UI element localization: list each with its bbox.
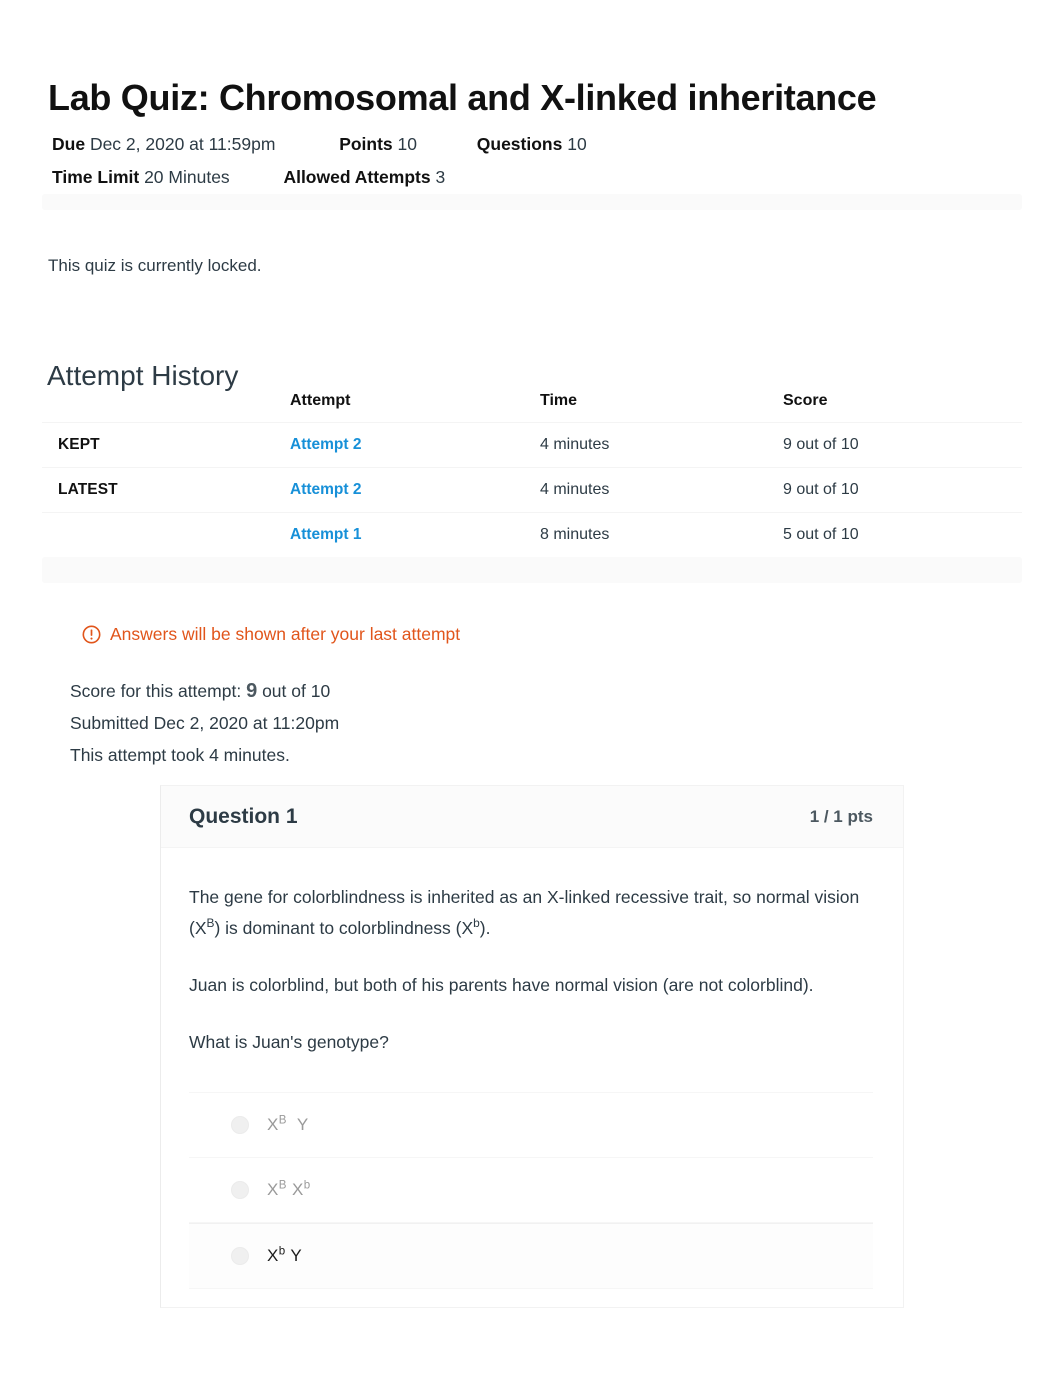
answer-label: Xb Y: [267, 1246, 302, 1266]
question-text-part-2: ) is dominant to colorblindness (X: [214, 918, 474, 938]
answer-label: XB Y: [267, 1115, 309, 1135]
page-title: Lab Quiz: Chromosomal and X-linked inher…: [48, 77, 877, 119]
answer-base-1: X: [267, 1246, 279, 1265]
time-limit-value: 20 Minutes: [144, 167, 230, 187]
allowed-attempts-label: Allowed Attempts: [283, 167, 431, 187]
answer-option-selected[interactable]: Xb Y: [189, 1223, 873, 1289]
attempt-history-heading: Attempt History: [47, 360, 239, 392]
question-points: 1 / 1 pts: [809, 806, 873, 826]
column-header-attempt: Attempt: [290, 392, 351, 409]
column-header-score: Score: [783, 392, 828, 409]
score-prefix: Score for this attempt:: [70, 681, 242, 701]
attempt-score: 9 out of 10: [783, 481, 859, 498]
quiz-meta-row-1: Due Dec 2, 2020 at 11:59pm Points 10 Que…: [52, 128, 587, 161]
answer-option[interactable]: XB Y: [189, 1093, 873, 1158]
score-value: 9: [246, 680, 258, 702]
due-value: Dec 2, 2020 at 11:59pm: [89, 134, 276, 154]
score-suffix: out of 10: [262, 681, 331, 701]
question-paragraph-2: Juan is colorblind, but both of his pare…: [189, 975, 814, 995]
question-card: Question 1 1 / 1 pts The gene for colorb…: [160, 785, 904, 1308]
column-header-time: Time: [540, 392, 578, 409]
attempt-score: 5 out of 10: [783, 526, 859, 543]
answer-base-1: X: [267, 1115, 279, 1134]
attempt-history-table: Attempt Time Score KEPT Attempt 2 4 minu…: [42, 392, 1022, 557]
radio-button-icon[interactable]: [231, 1181, 249, 1199]
allowed-attempts-value: 3: [435, 167, 446, 187]
quiz-locked-message: This quiz is currently locked.: [48, 256, 262, 275]
attempt-link[interactable]: Attempt 2: [290, 481, 361, 498]
attempt-time: 8 minutes: [540, 526, 610, 543]
answer-sup-2: b: [303, 1179, 311, 1192]
attempt-history-body: KEPT Attempt 2 4 minutes 9 out of 10 LAT…: [42, 422, 1022, 558]
quiz-meta-row-2: Time Limit 20 Minutes Allowed Attempts 3: [52, 161, 587, 194]
answer-label: XB Xb: [267, 1180, 311, 1200]
answer-base-2: Y: [296, 1115, 309, 1134]
table-row: LATEST Attempt 2 4 minutes 9 out of 10: [42, 467, 1022, 513]
header-divider: [42, 194, 1022, 210]
attempt-time: 4 minutes: [540, 436, 610, 453]
answers-notice-text: Answers will be shown after your last at…: [110, 624, 461, 644]
question-body: The gene for colorblindness is inherited…: [161, 848, 903, 1307]
quiz-meta: Due Dec 2, 2020 at 11:59pm Points 10 Que…: [52, 128, 587, 194]
due-label: Due: [52, 134, 86, 154]
answer-base-2: Y: [290, 1246, 303, 1265]
table-header-row: Attempt Time Score: [42, 392, 1022, 423]
attempt-link[interactable]: Attempt 2: [290, 436, 361, 453]
attempt-time: 4 minutes: [540, 481, 610, 498]
attempt-submitted-line: Submitted Dec 2, 2020 at 11:20pm: [70, 713, 340, 733]
answers-notice: Answers will be shown after your last at…: [82, 624, 460, 645]
exclamation-circle-icon: [82, 625, 101, 644]
answer-list: XB Y XB Xb Xb Y: [189, 1092, 873, 1289]
answer-base-1: X: [267, 1180, 279, 1199]
answer-base-2: X: [291, 1180, 304, 1199]
question-name: Question 1: [189, 804, 298, 828]
answer-sup-1: B: [278, 1114, 287, 1127]
superscript-b: b: [473, 916, 480, 931]
time-limit-label: Time Limit: [52, 167, 140, 187]
answer-option[interactable]: XB Xb: [189, 1158, 873, 1223]
attempt-duration-line: This attempt took 4 minutes.: [70, 745, 290, 765]
column-header-flag: [42, 392, 290, 423]
question-text-part-3: ).: [479, 918, 491, 938]
answer-sup-1: b: [278, 1245, 286, 1258]
quiz-results-page: Lab Quiz: Chromosomal and X-linked inher…: [0, 0, 1062, 1377]
attempt-flag: KEPT: [58, 436, 100, 453]
question-paragraph-1: The gene for colorblindness is inherited…: [189, 882, 873, 944]
question-paragraph-3: What is Juan's genotype?: [189, 1032, 389, 1052]
questions-value: 10: [567, 134, 587, 154]
attempt-flag: LATEST: [58, 481, 118, 498]
radio-button-icon[interactable]: [231, 1247, 249, 1265]
question-header: Question 1 1 / 1 pts: [161, 786, 903, 848]
attempt-score: 9 out of 10: [783, 436, 859, 453]
questions-label: Questions: [476, 134, 563, 154]
points-label: Points: [339, 134, 393, 154]
attempt-history-head: Attempt Time Score: [42, 392, 1022, 423]
attempt-score-line: Score for this attempt: 9 out of 10: [70, 675, 339, 707]
table-row: KEPT Attempt 2 4 minutes 9 out of 10: [42, 422, 1022, 468]
attempt-summary: Score for this attempt: 9 out of 10 Subm…: [70, 675, 339, 771]
answer-sup-1: B: [278, 1179, 287, 1192]
table-row: Attempt 1 8 minutes 5 out of 10: [42, 512, 1022, 558]
attempt-history-footer-bar: [42, 557, 1022, 583]
radio-button-icon[interactable]: [231, 1116, 249, 1134]
points-value: 10: [397, 134, 418, 154]
attempt-link[interactable]: Attempt 1: [290, 526, 361, 543]
